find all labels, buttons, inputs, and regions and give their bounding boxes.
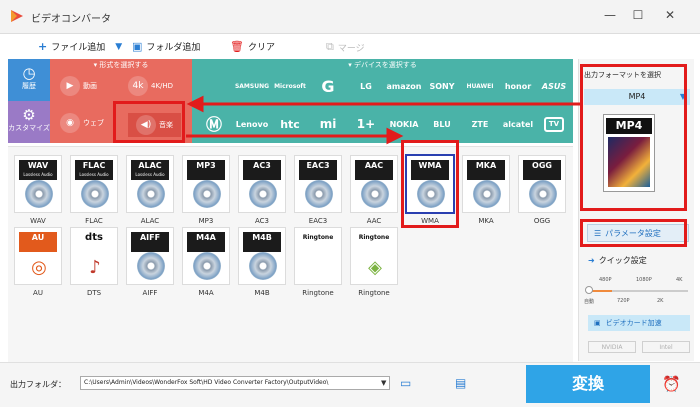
arrow-right-head bbox=[386, 127, 404, 145]
annotation-arrows bbox=[186, 95, 580, 145]
arrow-left-head bbox=[186, 95, 204, 113]
